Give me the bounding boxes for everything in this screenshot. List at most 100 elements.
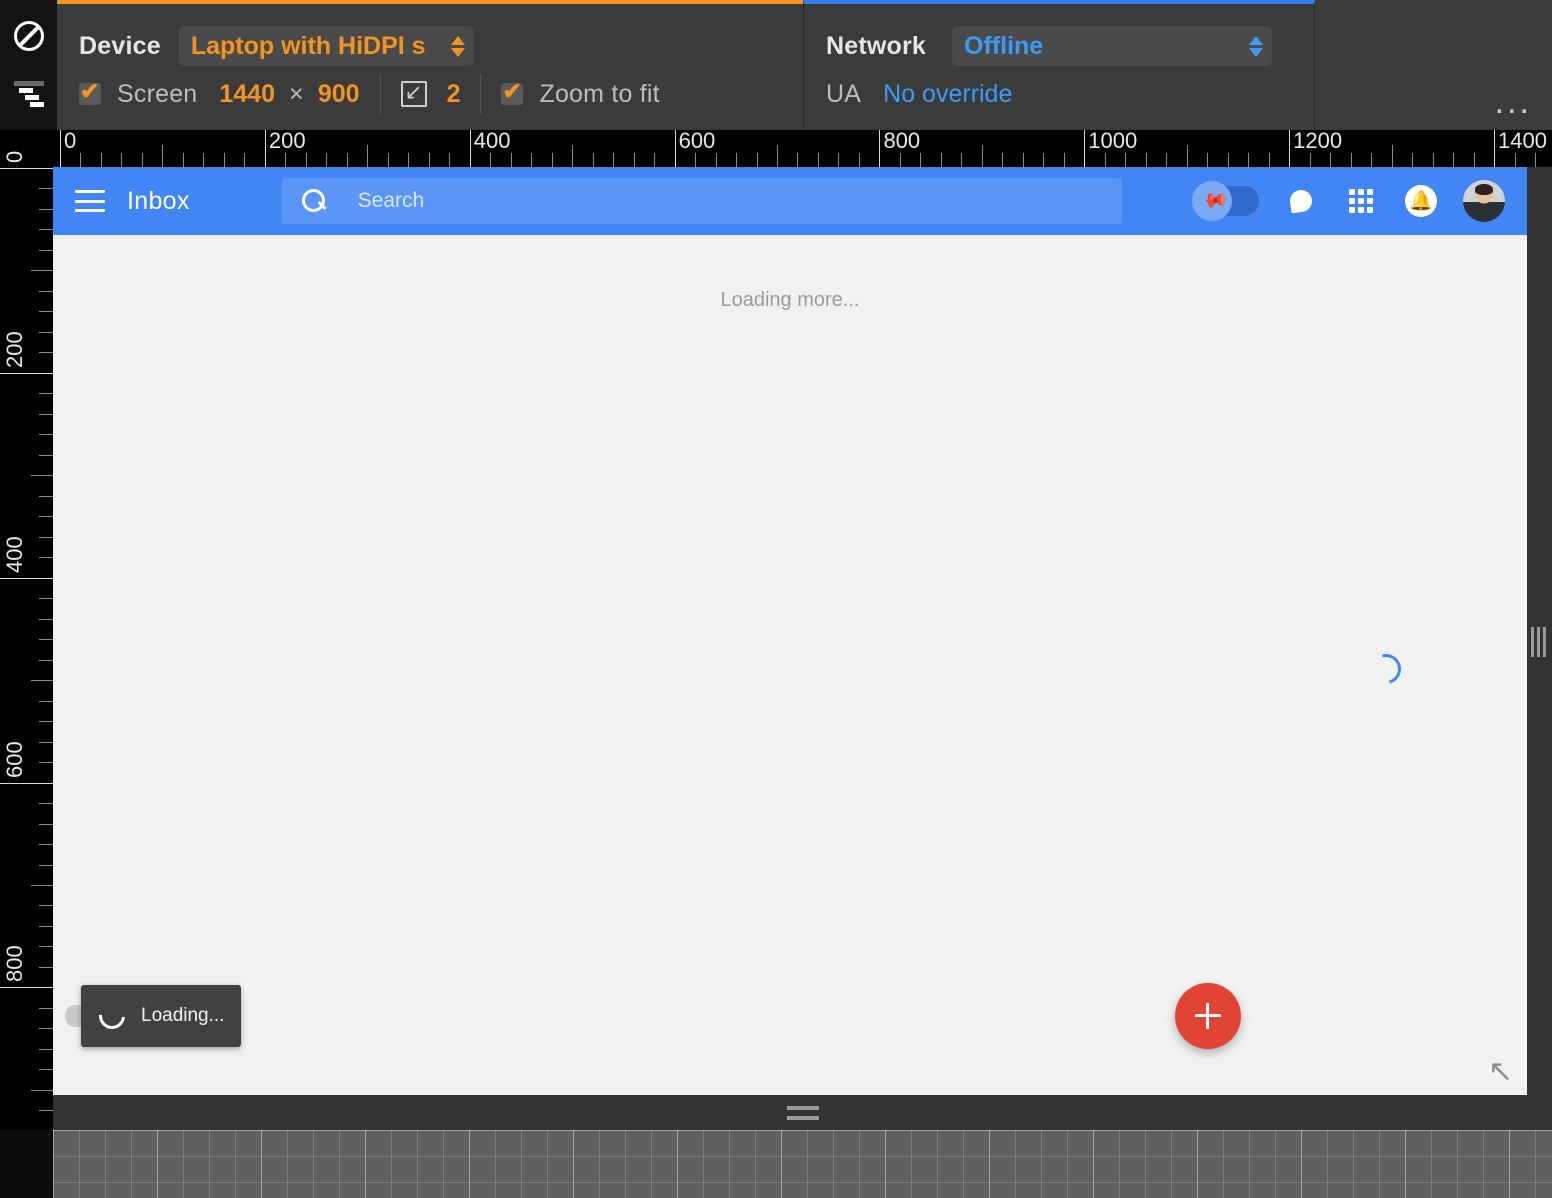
ruler-tick [39,1110,53,1112]
ruler-tick [100,153,102,167]
ruler-tick [39,864,53,866]
ruler-tick [1186,145,1188,167]
ruler-tick [367,145,369,167]
ruler-tick [182,153,184,167]
ruler-tick [1371,153,1373,167]
ua-value[interactable]: No override [883,80,1012,109]
ruler-tick [838,153,840,167]
network-select[interactable]: Offline [952,26,1273,66]
search-input[interactable]: Search [281,178,1122,224]
ruler-label: 200 [2,331,27,368]
ruler-tick [1268,153,1270,167]
ruler-tick [1391,145,1393,167]
zoom-to-fit-checkbox[interactable] [501,78,524,105]
ruler-tick [1330,153,1332,167]
viewport-resize-corner[interactable]: ↖ [1488,1057,1513,1087]
apps-grid-icon[interactable] [1343,183,1379,219]
emulation-toolbar: Device Laptop with HiDPI s Screen 1440 ×… [0,0,1552,130]
ruler-tick [1473,153,1475,167]
ruler-tick [0,372,53,374]
device-select[interactable]: Laptop with HiDPI s [178,26,474,66]
ruler-tick [777,145,778,167]
search-placeholder: Search [357,189,425,212]
bell-icon[interactable]: 🔔 [1403,183,1439,219]
ruler-tick [39,721,53,723]
ruler-tick [469,130,471,167]
zoom-to-fit-label: Zoom to fit [539,79,660,108]
ruler-tick [1043,153,1045,167]
pin-toggle[interactable]: 📌 [1192,181,1259,221]
ruler-tick [1166,153,1168,167]
horizontal-resize-handle[interactable] [786,1105,819,1120]
ruler-tick [39,741,53,743]
right-dark-panel [1527,167,1552,1095]
ruler-tick [490,153,492,167]
ruler-tick [39,966,53,968]
divider [480,74,482,114]
ruler-tick [39,188,53,190]
toast-spinner-icon [93,997,131,1035]
ruler-tick [981,145,983,167]
hamburger-icon[interactable] [75,190,105,212]
network-select-value: Offline [964,31,1044,60]
screen-label: Screen [117,79,198,108]
ruler-tick [387,153,389,167]
ruler-tick [31,680,53,682]
ruler-tick [39,618,53,620]
emulation-panels: Device Laptop with HiDPI s Screen 1440 ×… [57,0,1552,130]
screen-height-input[interactable]: 900 [318,80,360,109]
ruler-label: 400 [473,128,511,153]
ruler-tick [1084,130,1086,167]
bottom-resize-bar[interactable] [53,1095,1552,1130]
ruler-tick [633,153,635,167]
ruler-tick [428,153,430,167]
ruler-tick [1104,153,1106,167]
ruler-tick [39,557,53,559]
ruler-tick [39,536,53,538]
ruler-tick [531,153,533,167]
ruler-tick [39,946,53,948]
throttling-icon[interactable] [11,76,47,112]
ruler-tick [39,905,53,907]
ruler-tick [39,1028,53,1030]
screen-checkbox[interactable] [79,78,101,105]
ruler-tick [39,844,53,846]
device-pixel-ratio-input[interactable]: 2 [447,80,461,109]
pin-icon: 📌 [1195,184,1229,218]
network-panel: Network Offline UA No override [803,0,1315,130]
ruler-tick [39,229,53,231]
ruler-tick [305,153,307,167]
vertical-ruler: 02004006008001000 [0,130,53,1198]
ruler-tick [879,130,881,167]
toast-label: Loading... [141,1005,225,1026]
more-options-button[interactable]: ... [1495,85,1532,119]
ruler-tick [39,454,53,456]
ruler-tick [1494,130,1496,167]
search-icon [301,189,326,213]
plus-icon [1195,1003,1221,1029]
ruler-tick [80,153,82,167]
ruler-tick [408,153,410,167]
compose-fab-button[interactable] [1175,983,1241,1049]
vertical-resize-handle[interactable] [1531,627,1548,657]
ruler-tick [715,153,717,167]
ruler-tick [1350,153,1352,167]
block-icon[interactable] [11,18,47,54]
avatar[interactable] [1463,180,1505,222]
ruler-tick [39,413,53,415]
devtools-device-mode-screen: Device Laptop with HiDPI s Screen 1440 ×… [0,0,1552,1198]
ruler-tick [285,153,287,167]
ruler-tick [1125,153,1127,167]
ruler-tick [654,153,656,167]
ruler-label: 600 [2,740,27,778]
ruler-tick [39,290,53,292]
ruler-tick [1432,153,1434,167]
ruler-tick [244,153,246,167]
device-viewport: Inbox Search 📌 🔔 Loading more... Loading… [53,167,1527,1095]
ruler-tick [0,577,53,579]
screen-width-input[interactable]: 1440 [219,80,275,109]
times-symbol: × [289,79,304,108]
ruler-tick [39,925,53,927]
bubble-icon[interactable] [1283,183,1319,219]
device-label: Device [79,31,161,60]
